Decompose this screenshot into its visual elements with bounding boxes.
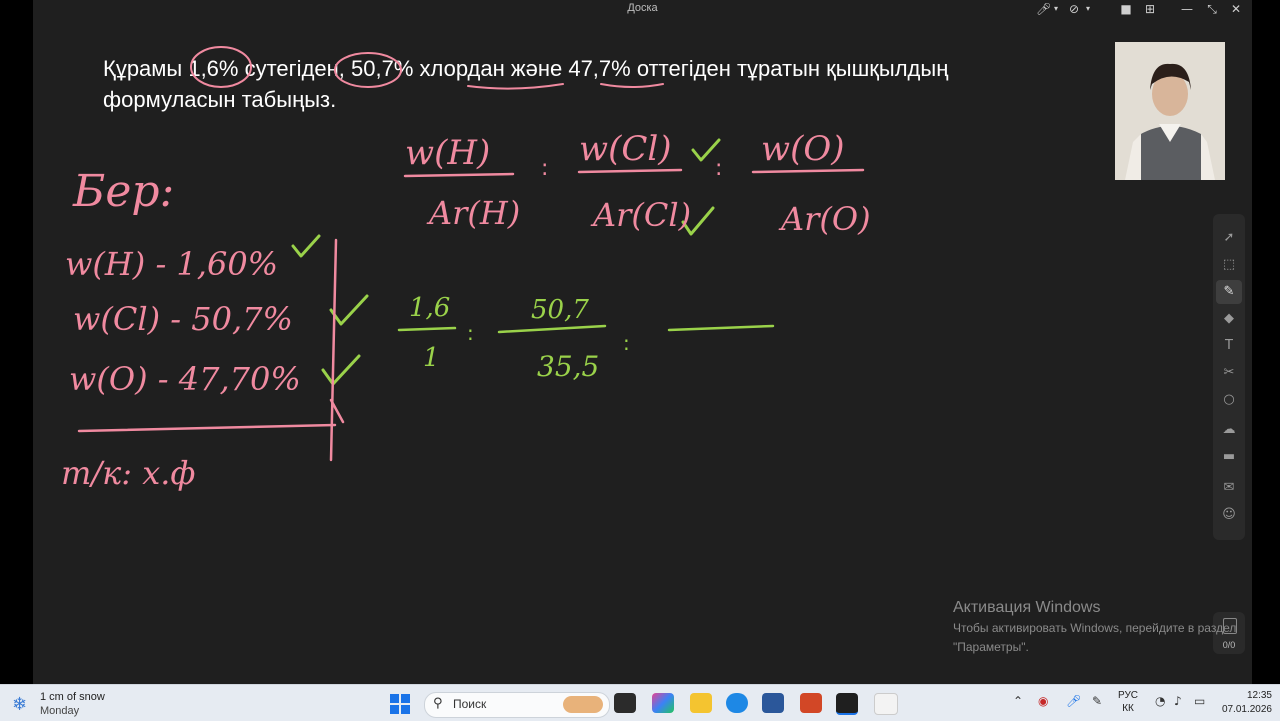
search-input[interactable]: ⚲ Поиск [424,692,610,718]
edge-icon[interactable] [726,693,748,713]
search-placeholder: Поиск [453,697,487,711]
snowflake-icon: ❄ [12,694,28,715]
file-explorer-icon[interactable] [690,693,712,713]
word-icon[interactable] [762,693,784,713]
underline-hlordan [467,83,564,90]
language-line-1: РУС [1118,690,1139,701]
clock-date: 07.01.2026 [1221,704,1272,715]
microphone-icon[interactable]: 🎤︎ [1066,694,1081,708]
given-line-3: w(O) - 47,70% [69,360,301,398]
people-icon[interactable]: ☺ [1216,503,1242,527]
chevron-up-icon[interactable]: ⌃ [1013,694,1023,708]
search-highlight-icon [563,696,603,713]
given-bracket [329,238,338,462]
clock[interactable]: 12:35 07.01.2026 [1222,689,1272,717]
weather-day: Monday [40,705,80,717]
chat-icon[interactable]: ✉ [1216,476,1242,500]
calc-bar-o [667,324,775,332]
given-separator [77,423,337,433]
search-icon: ⚲ [433,696,443,711]
eraser-icon[interactable]: ◆ [1216,307,1242,331]
scissors-icon[interactable]: ✂ [1216,361,1242,385]
svg-text::: : [541,156,548,181]
check-mark [291,234,321,258]
circle-mark-50-7 [334,52,402,88]
fraction-bar-cl [577,168,683,174]
given-line-2: w(Cl) - 50,7% [73,300,293,338]
svg-text::: : [715,156,722,181]
language-line-2: КК [1122,703,1134,714]
clock-time: 12:35 [1246,690,1272,701]
activation-line-1: Чтобы активировать Windows, перейдите в … [953,621,1237,635]
fraction-top-cl: w(Cl) [579,129,672,169]
cursor-icon[interactable]: ➚ [1216,226,1242,250]
fraction-top-o: w(O) [761,129,845,169]
toolbox-icon[interactable]: ▬ [1216,445,1242,469]
handwriting-layer: : : : : Бер: w(H) - 1,60% w(Cl) - 50,7% … [61,46,871,492]
calc-top-cl: 50,7 [531,295,589,325]
calc-bottom-cl: 35,5 [537,350,599,383]
select-icon[interactable]: ⬚ [1216,253,1242,277]
fraction-bar-h [403,172,515,178]
tool-panel: ➚ ⬚ ✎ ◆ T ✂ ○ ☁ ▬ ✉ ☺ [1213,214,1245,540]
powerpoint-icon[interactable] [800,693,822,713]
find-line: т/к: х.ф [61,454,195,492]
whiteboard-window: Доска 🎤︎ ▾ ⊘ ▾ ■ ⊞ — ⤡ ✕ Құрамы 1,6% сут… [33,0,1252,684]
volume-icon[interactable]: ♪ [1174,694,1182,708]
activation-line-2: "Параметры". [953,640,1029,654]
calc-bottom-h: 1 [423,343,440,373]
fraction-bottom-h: Ar(H) [426,194,520,232]
webcam-feed [1115,42,1225,180]
svg-text::: : [467,321,474,345]
fraction-bottom-o: Ar(O) [778,200,871,238]
app-icon[interactable] [874,693,898,715]
pen-icon[interactable]: ✎ [1216,280,1242,304]
given-title: Бер: [72,166,174,217]
fraction-top-h: w(H) [405,133,490,173]
shape-icon[interactable]: ○ [1216,388,1242,412]
fraction-bar-o [751,168,865,174]
check-mark [329,294,369,326]
calc-bar-cl [497,324,607,334]
weather-text: 1 cm of snow [40,691,105,703]
circle-mark-1-6 [190,46,252,88]
calc-bar-h [397,326,457,332]
taskbar: ❄ 1 cm of snow Monday ⚲ Поиск ⌃ ◉ 🎤︎ ✎ Р… [0,684,1280,721]
copilot-icon[interactable] [652,693,674,713]
text-icon[interactable]: T [1216,334,1242,358]
cloud-icon[interactable]: ☁ [1216,418,1242,442]
wifi-icon[interactable]: ◔ [1155,694,1165,708]
windows-activation-watermark: Активация Windows Чтобы активировать Win… [953,598,1236,656]
underline-47-7 [600,83,664,88]
given-line-1: w(H) - 1,60% [65,245,278,283]
whiteboard-app-icon[interactable] [836,693,858,715]
battery-icon[interactable]: ▭ [1194,694,1205,708]
svg-text::: : [623,331,630,355]
pen-icon[interactable]: ✎ [1092,694,1102,708]
start-icon[interactable] [390,694,410,714]
security-icon[interactable]: ◉ [1038,694,1048,708]
language-indicator[interactable]: РУС КК [1118,689,1138,715]
activation-heading: Активация Windows [953,599,1101,616]
check-mark [321,354,361,386]
fraction-bottom-cl: Ar(Cl) [590,196,691,234]
calc-top-h: 1,6 [409,293,450,323]
taskview-icon[interactable] [614,693,636,713]
